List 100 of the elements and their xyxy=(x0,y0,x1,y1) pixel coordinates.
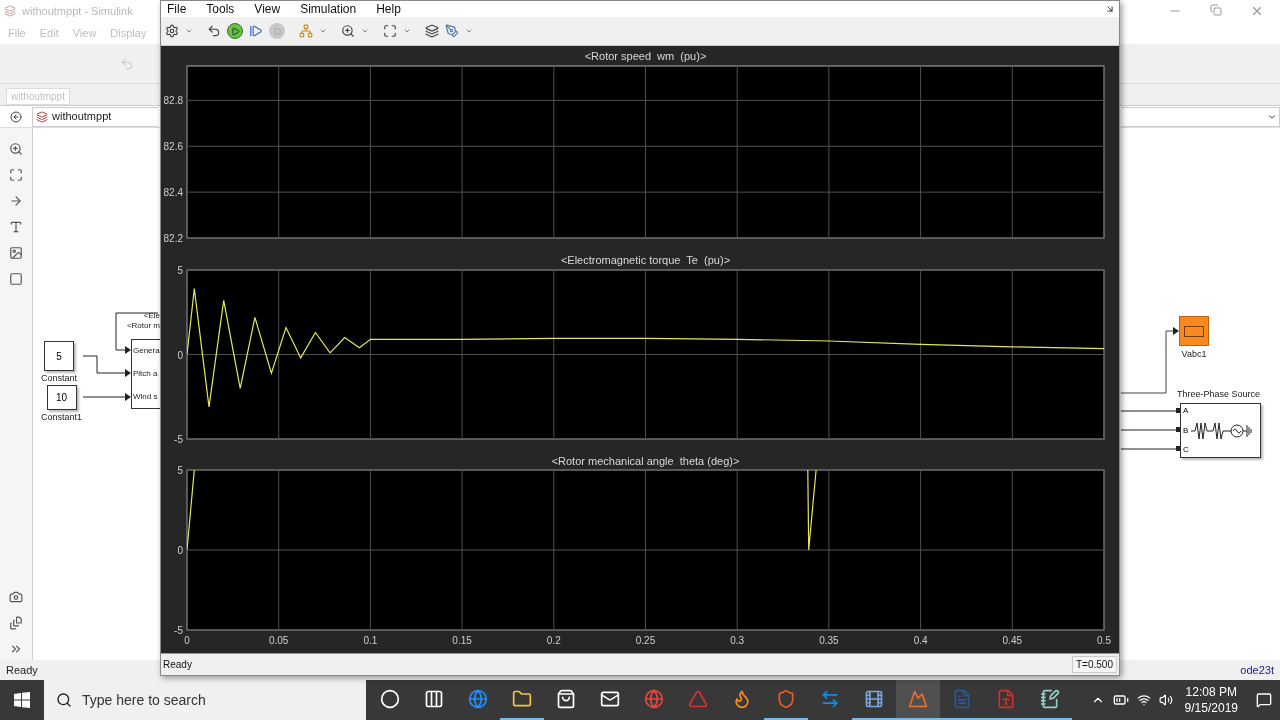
pen-icon[interactable] xyxy=(445,24,459,38)
run-button[interactable] xyxy=(227,23,243,39)
scope-block[interactable] xyxy=(1179,316,1209,346)
wifi-icon[interactable] xyxy=(1136,693,1151,707)
y-tick-label: 5 xyxy=(177,465,183,476)
model-icon xyxy=(36,110,48,123)
menu-item[interactable]: Tools xyxy=(206,0,235,18)
breadcrumb-text: withoutmppt xyxy=(52,109,112,125)
constant-block[interactable]: 10 xyxy=(46,385,77,410)
caret-icon[interactable] xyxy=(319,27,327,35)
layout-icon[interactable] xyxy=(425,24,439,38)
caret-icon[interactable] xyxy=(185,27,193,35)
signal-line xyxy=(1120,408,1181,413)
chart-title: <Rotor speed wm (pu)> xyxy=(584,50,707,62)
chart-title: <Rotor mechanical angle theta (deg)> xyxy=(551,455,740,467)
signal-line xyxy=(82,393,131,401)
x-tick-label: 0 xyxy=(184,635,190,646)
mail-icon xyxy=(600,689,620,709)
x-tick-label: 0.25 xyxy=(635,635,656,646)
clock-date: 9/15/2019 xyxy=(1184,700,1238,716)
status-text: Ready xyxy=(6,662,38,678)
back-icon[interactable] xyxy=(10,110,22,123)
y-tick-label: -5 xyxy=(174,625,183,636)
flame-icon xyxy=(732,689,752,709)
undock-icon[interactable] xyxy=(1105,4,1115,14)
image-icon[interactable] xyxy=(9,246,23,260)
menu-item[interactable]: View xyxy=(254,0,281,18)
y-tick-label: 5 xyxy=(177,265,183,276)
y-tick-label: 82.8 xyxy=(163,95,183,107)
document-icon xyxy=(952,689,972,709)
caret-icon[interactable] xyxy=(403,27,411,35)
zoom-in-icon[interactable] xyxy=(341,24,355,38)
x-tick-label: 0.05 xyxy=(268,635,289,646)
pages-icon[interactable] xyxy=(9,616,23,630)
task-view-icon xyxy=(424,689,444,709)
film-icon xyxy=(864,689,884,709)
block-label: Constant1 xyxy=(41,411,83,424)
shopping-bag-icon xyxy=(556,689,576,709)
x-tick-label: 0.1 xyxy=(363,635,378,646)
step-forward-icon[interactable] xyxy=(249,24,263,38)
signal-line xyxy=(1120,427,1181,432)
port-label: Wind s xyxy=(132,390,159,403)
menu-item[interactable]: Simulation xyxy=(300,0,357,18)
mountain-icon xyxy=(908,689,928,709)
port-label: A xyxy=(1183,406,1189,416)
notifications-icon[interactable] xyxy=(1256,692,1272,708)
notepad-icon xyxy=(1040,689,1060,709)
port-label: <Ele xyxy=(143,311,160,321)
search-icon xyxy=(56,692,72,708)
globe-icon xyxy=(644,689,664,709)
breadcrumb-bar[interactable]: withoutmppt xyxy=(32,106,158,127)
close-icon[interactable] xyxy=(1250,4,1264,18)
square-icon[interactable] xyxy=(9,272,23,286)
block-label: Constant xyxy=(41,372,78,385)
three-phase-source-block[interactable]: A B C xyxy=(1180,403,1261,458)
x-tick-label: 0.35 xyxy=(819,635,839,646)
y-tick-label: 0 xyxy=(177,349,183,361)
simulation-time: T=0.500 xyxy=(1072,656,1117,673)
menu-item[interactable]: File xyxy=(167,0,187,18)
fit-view-icon[interactable] xyxy=(9,168,23,182)
chart-title: <Electromagnetic torque Te (pu)> xyxy=(560,254,731,266)
shield-icon xyxy=(776,689,796,709)
arrows-icon xyxy=(820,689,840,709)
text-icon[interactable] xyxy=(9,220,23,234)
port-label: Genera xyxy=(132,345,160,358)
windows-logo-icon[interactable] xyxy=(14,692,30,708)
port-label: Pitch a xyxy=(132,368,159,380)
y-tick-label: -5 xyxy=(174,434,183,445)
caret-icon[interactable] xyxy=(361,27,369,35)
expand-icon[interactable] xyxy=(9,642,23,656)
signal-line xyxy=(1120,327,1179,394)
folder-icon xyxy=(512,689,532,709)
search-input[interactable]: Type here to search xyxy=(82,689,342,711)
scale-axes-icon[interactable] xyxy=(383,24,397,38)
signal-line xyxy=(1120,446,1181,451)
camera-icon[interactable] xyxy=(9,590,23,604)
volume-icon[interactable] xyxy=(1158,693,1173,707)
battery-icon[interactable] xyxy=(1112,692,1129,708)
circle-icon xyxy=(380,689,400,709)
port-label: C xyxy=(1183,445,1189,455)
zoom-icon[interactable] xyxy=(9,142,23,156)
caret-icon[interactable] xyxy=(465,27,473,35)
step-back-icon[interactable] xyxy=(207,24,221,38)
constant-block[interactable]: 5 xyxy=(44,341,74,371)
settings-icon[interactable] xyxy=(165,24,179,38)
pdf-icon xyxy=(996,689,1016,709)
x-tick-label: 0.5 xyxy=(1097,635,1111,646)
y-tick-label: 82.2 xyxy=(163,233,183,244)
play-icon xyxy=(230,26,240,36)
browser-icon xyxy=(468,689,488,709)
subsystem-block[interactable]: Genera Pitch a Wind s xyxy=(131,339,160,409)
port-label: B xyxy=(1183,425,1189,436)
menu-item[interactable]: Help xyxy=(376,0,401,18)
triangle-icon xyxy=(688,689,708,709)
y-tick-label: 0 xyxy=(177,545,183,556)
search-field[interactable]: Type here to search xyxy=(44,680,366,720)
block-label: Vabc1 xyxy=(1181,348,1207,361)
x-tick-label: 0.3 xyxy=(730,635,745,646)
window-title: withoutmppt - Simulink xyxy=(22,3,133,19)
block-label: Three-Phase Source xyxy=(1177,388,1261,401)
